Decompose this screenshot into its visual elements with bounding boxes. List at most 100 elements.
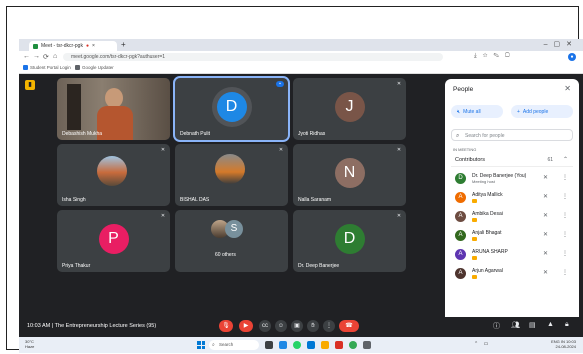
file-explorer-icon[interactable] (321, 341, 329, 349)
mic-toggle-button[interactable]: 🎙︎ (219, 320, 233, 332)
add-people-button[interactable]: + Add people (511, 105, 573, 118)
more-options-icon[interactable]: ⋮ (562, 250, 568, 257)
participant-list-item[interactable]: A Ambika Desai ✕ ⋮ (455, 208, 573, 226)
leave-call-button[interactable]: ☎︎ (339, 320, 359, 332)
back-icon[interactable]: ← (23, 53, 30, 60)
contributors-section[interactable]: Contributors 61 ⌃ (451, 154, 573, 167)
taskbar-clock[interactable]: ENG IN 10:03 24-08-2024 (551, 339, 576, 349)
meeting-details: 10:03 AM | The Entrepreneurship Lecture … (27, 323, 157, 329)
participant-list-item[interactable]: A ARUNA SHARP ✕ ⋮ (455, 246, 573, 264)
participant-list-item[interactable]: A Aditya Mallick ✕ ⋮ (455, 189, 573, 207)
avatar: N (334, 157, 365, 188)
bookmark-item[interactable]: Google Updater (75, 65, 114, 70)
avatar: J (334, 91, 365, 122)
chrome-icon[interactable] (349, 341, 357, 349)
start-button[interactable] (197, 341, 205, 349)
person-body (97, 106, 133, 140)
participant-list-item[interactable]: D Dr. Deep Banerjee (You) Meeting host ✕… (455, 170, 573, 188)
app-icon[interactable] (279, 341, 287, 349)
participant-tile-active[interactable]: D ▪ Debnath Pulit (173, 76, 290, 142)
mic-off-icon[interactable]: ✕ (543, 193, 548, 200)
more-options-button[interactable]: ⋮ (323, 320, 335, 332)
person-name: Aditya Mallick (472, 192, 503, 198)
app-icon[interactable] (363, 341, 371, 349)
participant-tile[interactable]: D ✕ Dr. Deep Banerjee (293, 210, 406, 272)
chat-icon[interactable]: ▤ (529, 321, 536, 329)
more-options-icon[interactable]: ⋮ (562, 174, 568, 181)
participant-tile[interactable]: ✕ BISHAL DAS (175, 144, 288, 206)
participant-name: Nalla Saranam (298, 197, 332, 203)
mic-off-icon: ✕ (160, 147, 166, 153)
meet-favicon-icon (33, 43, 38, 49)
mic-off-icon[interactable]: ✕ (543, 212, 548, 219)
participant-name: Dr. Deep Banerjee (298, 263, 340, 269)
record-icon: ● (85, 43, 89, 49)
participant-tile[interactable]: P ✕ Priya Thakur (57, 210, 170, 272)
forward-icon[interactable]: → (33, 53, 40, 60)
participant-tile[interactable]: N ✕ Nalla Saranam (293, 144, 406, 206)
profile-photo (97, 156, 127, 186)
more-options-icon[interactable]: ⋮ (562, 212, 568, 219)
activities-icon[interactable]: ▲ (547, 321, 554, 328)
avatar: A (455, 268, 466, 279)
browser-tab-meet[interactable]: Meet - tsr-dkcr-pgk ● × (29, 41, 117, 51)
mic-off-icon[interactable]: ✕ (543, 269, 548, 276)
task-view-icon[interactable] (265, 341, 273, 349)
person-head (105, 88, 123, 108)
search-icon: ⌕ (456, 133, 460, 139)
present-button[interactable]: ▣ (291, 320, 303, 332)
app-icon[interactable] (335, 341, 343, 349)
participant-tile[interactable]: ✕ Isha Singh (57, 144, 170, 206)
edge-icon[interactable] (307, 341, 315, 349)
mic-off-icon[interactable]: ✕ (543, 231, 548, 238)
badge-icon (472, 199, 477, 203)
close-icon[interactable]: ✕ (564, 84, 571, 93)
people-panel: People ✕ 🔇︎ Mute all + Add people ⌕ Sear… (445, 79, 579, 323)
bookmark-item[interactable]: Student Portal Login (23, 65, 71, 70)
mic-off-icon[interactable]: ✕ (543, 250, 548, 257)
people-search-input[interactable]: ⌕ Search for people (451, 129, 573, 141)
emoji-button[interactable]: ☺ (275, 320, 287, 332)
profile-avatar[interactable]: ● (568, 53, 576, 61)
mute-all-button[interactable]: 🔇︎ Mute all (451, 105, 503, 118)
more-options-icon[interactable]: ⋮ (562, 269, 568, 276)
new-tab-icon[interactable]: + (121, 40, 126, 49)
raise-hand-button[interactable]: ✋︎ (307, 320, 319, 332)
search-icon: ⌕ (212, 342, 215, 348)
system-tray-icons[interactable]: ⌃ ▭ (474, 341, 490, 347)
taskbar-search-input[interactable]: ⌕ Search (209, 340, 259, 350)
bookshelf (67, 84, 81, 130)
mic-off-icon: ✕ (396, 147, 402, 153)
window-controls[interactable]: –▢✕ (544, 40, 578, 48)
people-icon[interactable]: 👥︎ (511, 321, 520, 329)
participant-list-item[interactable]: A Arjun Agarwal ✕ ⋮ (455, 265, 573, 283)
camera-toggle-button[interactable]: ▶ (239, 320, 253, 332)
mic-off-icon[interactable]: ✕ (543, 174, 548, 181)
participant-tile[interactable]: Debashish Mukha (57, 78, 170, 140)
mic-off-icon: ✕ (396, 213, 402, 219)
tab-close-icon[interactable]: × (92, 43, 95, 49)
badge-icon (472, 218, 477, 222)
panel-title: People (453, 86, 474, 93)
others-tile[interactable]: S 60 others (175, 210, 288, 272)
captions-button[interactable]: cc (259, 320, 271, 332)
avatar: D (334, 223, 365, 254)
host-controls-icon[interactable]: 🔒︎ (565, 321, 569, 329)
more-options-icon[interactable]: ⋮ (562, 231, 568, 238)
tab-title: Meet - tsr-dkcr-pgk (41, 43, 83, 49)
address-bar[interactable]: meet.google.com/tsr-dkcr-pgk?authuser=1 (63, 53, 443, 61)
participant-list-item[interactable]: A Anjali Bhagat ✕ ⋮ (455, 227, 573, 245)
others-count: 60 others (215, 252, 236, 258)
more-options-icon[interactable]: ⋮ (562, 193, 568, 200)
weather-widget[interactable]: 30°C Haze (25, 339, 34, 349)
info-icon[interactable]: ⓘ (493, 321, 500, 331)
toolbar-icons[interactable]: ⤓☆✎▢ (474, 53, 516, 60)
reload-icon[interactable]: ⟳ (43, 53, 49, 61)
badge-icon (472, 237, 477, 241)
home-icon[interactable]: ⌂ (53, 53, 57, 60)
avatar: A (455, 249, 466, 260)
badge-icon (472, 256, 477, 260)
whatsapp-icon[interactable] (293, 341, 301, 349)
person-name: ARUNA SHARP (472, 249, 508, 255)
participant-tile[interactable]: J ✕ Jyoti Ridhas (293, 78, 406, 140)
